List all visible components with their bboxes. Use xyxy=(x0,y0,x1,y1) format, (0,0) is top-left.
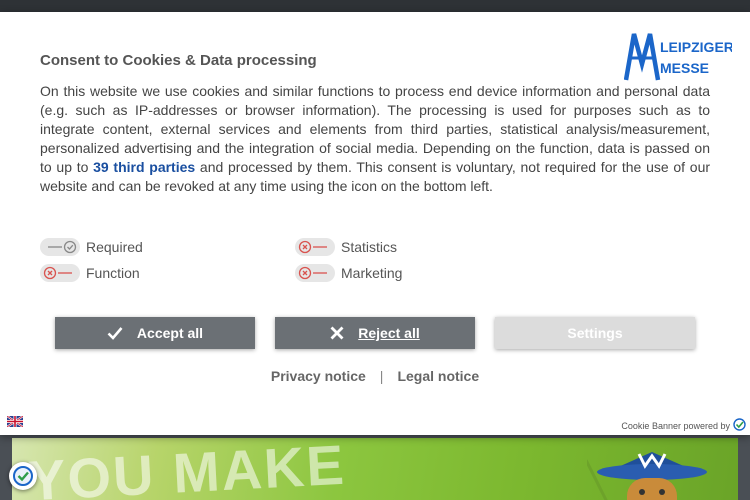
powered-by-label[interactable]: Cookie Banner powered by xyxy=(621,418,746,433)
settings-label: Settings xyxy=(567,325,623,341)
logo-text-line2: MESSE xyxy=(660,60,709,76)
marketing-toggle[interactable] xyxy=(295,264,335,282)
toggle-label-marketing: Marketing xyxy=(341,265,403,281)
accept-all-label: Accept all xyxy=(136,325,204,341)
statistics-toggle[interactable] xyxy=(295,238,335,256)
toggle-label-statistics: Statistics xyxy=(341,239,398,255)
checkmark-icon xyxy=(107,326,123,340)
function-toggle[interactable] xyxy=(40,264,80,282)
powered-by-text: Cookie Banner powered by xyxy=(621,420,730,431)
category-required: Required xyxy=(40,237,143,257)
background-top-bar xyxy=(0,0,750,12)
accept-all-button[interactable]: Accept all xyxy=(55,317,255,349)
consent-description: On this website we use cookies and simil… xyxy=(40,82,710,196)
privacy-notice-link[interactable]: Privacy notice xyxy=(271,368,366,384)
cookie-consent-dialog: LEIPZIGER MESSE Consent to Cookies & Dat… xyxy=(0,12,750,435)
reject-all-label: Reject all xyxy=(358,325,420,341)
close-icon xyxy=(330,326,344,340)
hero-text: YOU MAKE xyxy=(26,438,348,500)
third-parties-link[interactable]: 39 third parties xyxy=(93,159,195,175)
dialog-title: Consent to Cookies & Data processing xyxy=(40,52,317,69)
shield-check-icon xyxy=(733,418,746,433)
required-toggle xyxy=(40,238,80,256)
legal-notice-link[interactable]: Legal notice xyxy=(397,368,479,384)
toggle-label-function: Function xyxy=(86,265,140,281)
mascot-figure xyxy=(587,452,707,500)
hero-banner: YOU MAKE xyxy=(12,438,738,500)
reject-all-button[interactable]: Reject all xyxy=(275,317,475,349)
settings-button[interactable]: Settings xyxy=(495,317,695,349)
category-statistics[interactable]: Statistics xyxy=(295,237,397,257)
language-flag-icon[interactable] xyxy=(6,414,24,428)
leipziger-messe-logo: LEIPZIGER MESSE xyxy=(624,30,732,82)
logo-text-line1: LEIPZIGER xyxy=(660,39,732,55)
footer-links: Privacy notice | Legal notice xyxy=(0,368,750,384)
cookie-settings-shield-icon[interactable] xyxy=(9,462,37,490)
category-function[interactable]: Function xyxy=(40,263,140,283)
link-separator: | xyxy=(379,368,384,384)
category-marketing[interactable]: Marketing xyxy=(295,263,402,283)
toggle-label-required: Required xyxy=(86,239,143,255)
